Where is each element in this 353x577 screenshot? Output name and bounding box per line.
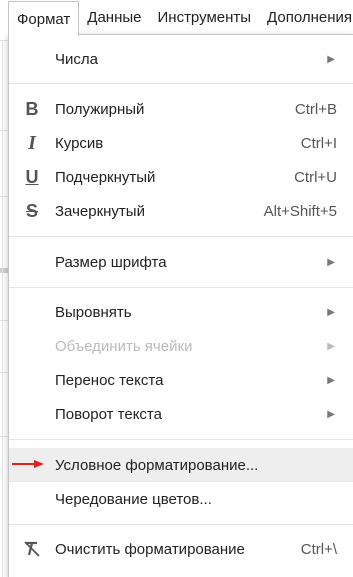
menu-item-strikethrough[interactable]: S Зачеркнутый Alt+Shift+5	[9, 194, 353, 228]
clear-formatting-icon	[23, 539, 41, 559]
shortcut-label: Ctrl+B	[294, 100, 337, 118]
menu-tools[interactable]: Инструменты	[150, 0, 260, 36]
menu-separator	[9, 439, 353, 440]
menu-separator	[9, 287, 353, 288]
menu-item-italic[interactable]: I Курсив Ctrl+I	[9, 126, 353, 160]
format-dropdown-menu: Числа ▶ B Полужирный Ctrl+B I Курсив Ctr…	[8, 34, 353, 577]
menu-data[interactable]: Данные	[79, 0, 149, 36]
chevron-right-icon: ▶	[327, 374, 335, 386]
menu-item-label: Объединить ячейки	[55, 337, 193, 355]
menu-item-conditional-formatting[interactable]: Условное форматирование...	[9, 448, 353, 482]
menu-item-label: Подчеркнутый	[55, 168, 156, 186]
shortcut-label: Ctrl+\	[300, 540, 337, 558]
strikethrough-icon: S	[25, 200, 38, 221]
menu-item-label: Полужирный	[55, 100, 145, 118]
menu-item-bold[interactable]: B Полужирный Ctrl+B	[9, 92, 353, 126]
menu-item-label: Размер шрифта	[55, 253, 167, 271]
shortcut-label: Alt+Shift+5	[263, 202, 337, 220]
menu-item-merge-cells: Объединить ячейки ▶	[9, 329, 353, 363]
menu-item-text-rotation[interactable]: Поворот текста ▶	[9, 397, 353, 431]
menu-item-font-size[interactable]: Размер шрифта ▶	[9, 245, 353, 279]
grid-line	[2, 40, 3, 577]
annotation-arrow-icon	[12, 460, 44, 468]
menu-item-label: Чередование цветов...	[55, 490, 212, 508]
menu-item-label: Выровнять	[55, 303, 132, 321]
chevron-right-icon: ▶	[327, 340, 335, 352]
menu-format[interactable]: Формат	[8, 0, 80, 36]
menu-item-label: Числа	[55, 50, 98, 68]
menu-bar: Формат Данные Инструменты Дополнения	[0, 0, 353, 36]
menu-separator	[9, 236, 353, 237]
menu-separator	[9, 83, 353, 84]
chevron-right-icon: ▶	[327, 53, 335, 65]
shortcut-label: Ctrl+I	[300, 134, 337, 152]
chevron-right-icon: ▶	[327, 408, 335, 420]
menu-item-label: Условное форматирование...	[55, 456, 259, 474]
menu-addons[interactable]: Дополнения	[259, 0, 353, 36]
menu-item-label: Зачеркнутый	[55, 202, 145, 220]
menu-item-label: Очистить форматирование	[55, 540, 245, 558]
menu-item-clear-formatting[interactable]: Очистить форматирование Ctrl+\	[9, 532, 353, 566]
clear-formatting-svg	[24, 541, 40, 557]
menu-item-label: Перенос текста	[55, 371, 164, 389]
menu-item-underline[interactable]: U Подчеркнутый Ctrl+U	[9, 160, 353, 194]
menu-item-text-wrap[interactable]: Перенос текста ▶	[9, 363, 353, 397]
chevron-right-icon: ▶	[327, 306, 335, 318]
italic-icon: I	[28, 131, 36, 154]
menu-item-alternating-colors[interactable]: Чередование цветов...	[9, 482, 353, 516]
menu-item-align[interactable]: Выровнять ▶	[9, 295, 353, 329]
underline-icon: U	[25, 166, 39, 187]
bold-icon: B	[25, 98, 39, 119]
menu-separator	[9, 524, 353, 525]
menu-item-label: Поворот текста	[55, 405, 162, 423]
menu-item-numbers[interactable]: Числа ▶	[9, 42, 353, 76]
shortcut-label: Ctrl+U	[294, 168, 337, 186]
chevron-right-icon: ▶	[327, 256, 335, 268]
menu-item-label: Курсив	[55, 134, 104, 152]
